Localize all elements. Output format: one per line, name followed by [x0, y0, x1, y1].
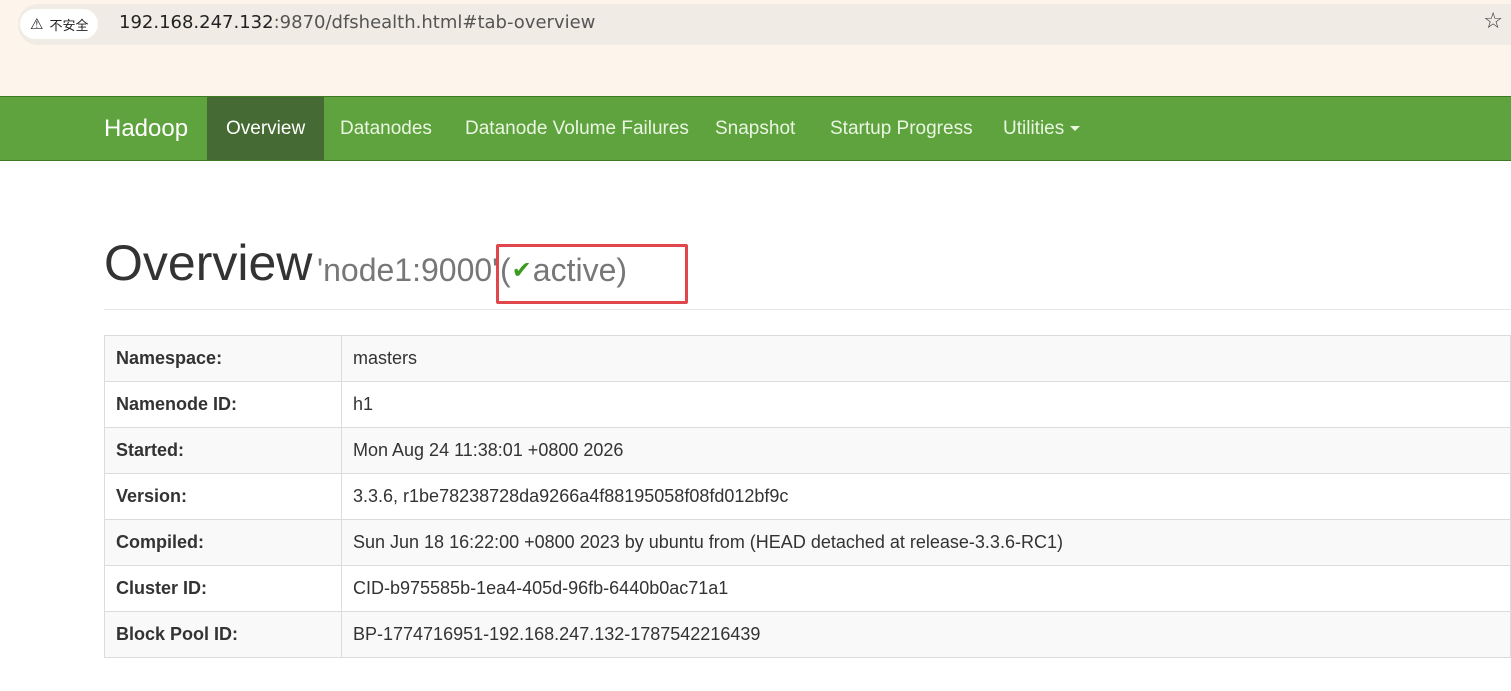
table-row: Cluster ID: CID-b975585b-1ea4-405d-96fb-…: [104, 565, 1511, 612]
table-row: Compiled: Sun Jun 18 16:22:00 +0800 2023…: [104, 519, 1511, 566]
row-value: CID-b975585b-1ea4-405d-96fb-6440b0ac71a1: [341, 565, 1511, 612]
page-title: Overview: [104, 235, 313, 291]
brand-link[interactable]: Hadoop: [104, 97, 188, 160]
security-indicator[interactable]: ⚠ 不安全: [20, 9, 99, 39]
tab-datanodes[interactable]: Datanodes: [340, 97, 432, 160]
url-path: :9870/dfshealth.html#tab-overview: [273, 12, 596, 33]
utilities-label: Utilities: [1003, 118, 1065, 139]
tab-startup-progress[interactable]: Startup Progress: [830, 97, 973, 160]
row-key: Compiled:: [104, 519, 342, 566]
security-label: 不安全: [49, 17, 89, 33]
table-row: Version: 3.3.6, r1be78238728da9266a4f881…: [104, 473, 1511, 520]
row-value: masters: [341, 335, 1511, 382]
table-row: Block Pool ID: BP-1774716951-192.168.247…: [104, 611, 1511, 658]
row-key: Cluster ID:: [104, 565, 342, 612]
utilities-dropdown[interactable]: Utilities: [1003, 97, 1081, 160]
caret-down-icon: [1070, 126, 1081, 132]
row-key: Version:: [104, 473, 342, 520]
row-key: Block Pool ID:: [104, 611, 342, 658]
url-text[interactable]: 192.168.247.132:9870/dfshealth.html#tab-…: [119, 12, 595, 33]
top-navbar: Hadoop Overview Datanodes Datanode Volum…: [0, 96, 1511, 161]
row-value: 3.3.6, r1be78238728da9266a4f88195058f08f…: [341, 473, 1511, 520]
highlight-annotation: [496, 244, 688, 304]
overview-table: Namespace: masters Namenode ID: h1 Start…: [104, 335, 1511, 658]
row-key: Namenode ID:: [104, 381, 342, 428]
browser-toolbar: ⚠ 不安全 192.168.247.132:9870/dfshealth.htm…: [0, 0, 1511, 96]
tab-snapshot[interactable]: Snapshot: [715, 97, 795, 160]
warning-triangle-icon: ⚠: [30, 15, 44, 33]
page-header: Overview 'node1:9000' (✔active): [104, 232, 1511, 310]
url-host: 192.168.247.132: [119, 12, 274, 33]
row-key: Namespace:: [104, 335, 342, 382]
row-value: Sun Jun 18 16:22:00 +0800 2023 by ubuntu…: [341, 519, 1511, 566]
row-value: h1: [341, 381, 1511, 428]
tab-datanode-volume-failures[interactable]: Datanode Volume Failures: [465, 97, 689, 160]
row-value: BP-1774716951-192.168.247.132-1787542216…: [341, 611, 1511, 658]
tab-overview[interactable]: Overview: [207, 97, 325, 160]
row-value: Mon Aug 24 11:38:01 +0800 2026: [341, 427, 1511, 474]
table-row: Namenode ID: h1: [104, 381, 1511, 428]
row-key: Started:: [104, 427, 342, 474]
table-row: Started: Mon Aug 24 11:38:01 +0800 2026: [104, 427, 1511, 474]
namenode-host: 'node1:9000': [317, 252, 499, 288]
bookmark-star-icon[interactable]: ☆: [1483, 10, 1503, 32]
table-row: Namespace: masters: [104, 335, 1511, 382]
